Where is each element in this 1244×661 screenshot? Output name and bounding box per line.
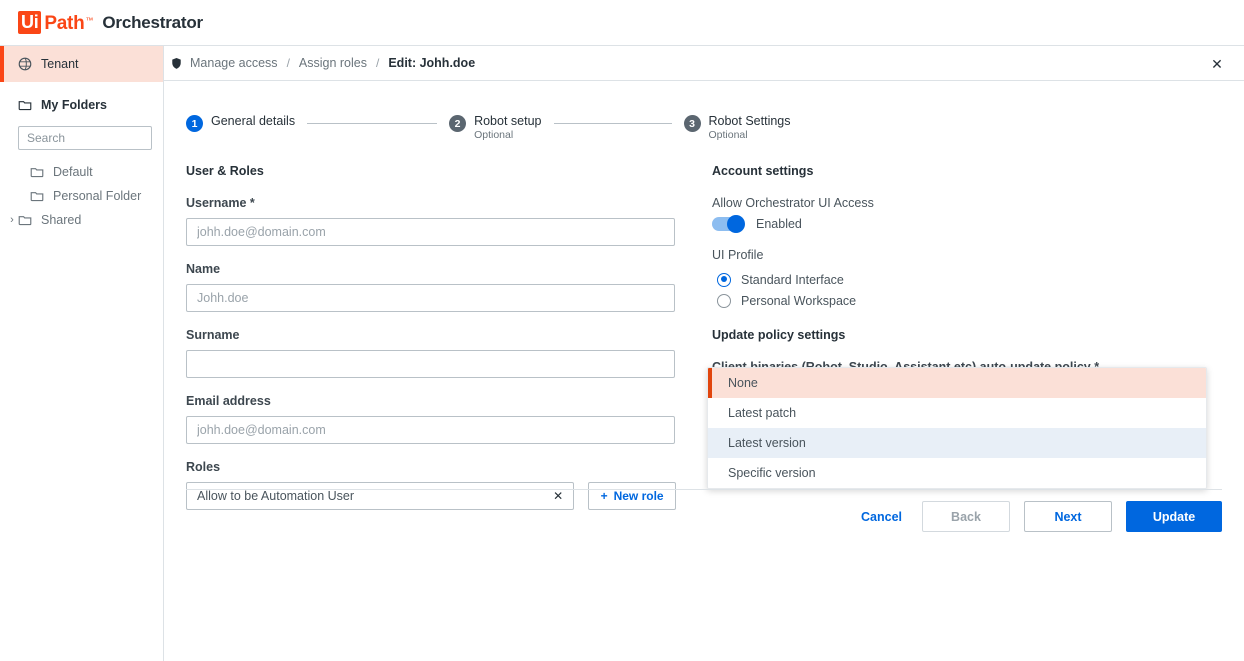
step-number-badge: 1: [186, 115, 203, 132]
step-label: Robot Settings: [708, 114, 791, 128]
ui-profile-label: UI Profile: [712, 248, 764, 262]
radio-personal-workspace[interactable]: Personal Workspace: [712, 290, 1232, 311]
breadcrumb-item-assign-roles[interactable]: Assign roles: [299, 56, 367, 70]
form-columns: User & Roles Username * Name Surname Ema…: [164, 164, 1244, 526]
sidebar-item-my-folders[interactable]: My Folders: [0, 90, 163, 120]
sidebar: Tenant My Folders Search Default Persona…: [0, 45, 194, 661]
dropdown-option-label: None: [728, 376, 758, 390]
sidebar-item-default-label: Default: [53, 165, 93, 179]
radio-personal-workspace-label: Personal Workspace: [741, 293, 857, 308]
toggle-state-label: Enabled: [756, 217, 802, 231]
stepper-step-robot-setup[interactable]: 2 Robot setup Optional: [449, 114, 542, 142]
field-email-address: Email address: [186, 394, 676, 444]
stepper-connector: [307, 123, 438, 124]
app-body: Tenant My Folders Search Default Persona…: [0, 45, 1244, 661]
close-icon[interactable]: ✕: [1208, 55, 1226, 73]
back-button[interactable]: Back: [922, 501, 1010, 532]
dropdown-option-label: Latest patch: [728, 406, 797, 420]
folder-icon: [30, 189, 44, 203]
surname-label: Surname: [186, 328, 240, 342]
email-field[interactable]: [186, 416, 675, 444]
radio-button-icon[interactable]: [717, 272, 731, 287]
auto-update-policy-dropdown[interactable]: None Latest patch Latest version Specifi…: [707, 367, 1207, 489]
wizard-footer: Cancel Back Next Update: [164, 501, 1244, 532]
sidebar-item-tenant[interactable]: Tenant: [0, 46, 163, 82]
cancel-button[interactable]: Cancel: [855, 501, 908, 532]
main-content: Manage access / Assign roles / Edit: Joh…: [164, 45, 1244, 661]
breadcrumb-separator: /: [286, 56, 290, 70]
roles-label: Roles: [186, 460, 221, 474]
account-settings-column: Account settings Allow Orchestrator UI A…: [707, 164, 1232, 526]
dropdown-option-latest-patch[interactable]: Latest patch: [708, 398, 1206, 428]
step-number-badge: 3: [683, 115, 701, 132]
next-button[interactable]: Next: [1024, 501, 1112, 532]
email-label: Email address: [186, 394, 271, 408]
dropdown-option-label: Latest version: [728, 436, 806, 450]
update-button[interactable]: Update: [1126, 501, 1222, 532]
wizard-stepper: 1 General details 2 Robot setup Optional…: [186, 81, 1244, 142]
dropdown-option-specific-version[interactable]: Specific version: [708, 458, 1206, 488]
sidebar-item-shared[interactable]: › Shared: [0, 208, 163, 232]
radio-button-icon[interactable]: [717, 293, 731, 308]
sidebar-item-shared-label: Shared: [41, 213, 82, 227]
field-name: Name: [186, 262, 676, 312]
stepper-connector: [553, 123, 672, 124]
name-input[interactable]: [186, 284, 675, 312]
breadcrumb-item-current: Edit: Johh.doe: [388, 56, 476, 70]
globe-icon: [18, 57, 32, 71]
name-label: Name: [186, 262, 221, 276]
surname-input[interactable]: [186, 350, 675, 378]
breadcrumb: Manage access / Assign roles / Edit: Joh…: [164, 46, 1244, 81]
shield-icon: [170, 57, 183, 70]
stepper-step-robot-settings[interactable]: 3 Robot Settings Optional: [683, 114, 791, 142]
update-policy-title: Update policy settings: [712, 328, 846, 342]
toggle-knob: [727, 215, 745, 233]
username-label: Username *: [186, 196, 255, 210]
breadcrumb-item-manage-access[interactable]: Manage access: [190, 56, 278, 70]
user-roles-section-title: User & Roles: [186, 164, 264, 178]
sidebar-folder-list: Default Personal Folder › Shared: [0, 160, 163, 232]
dropdown-option-none[interactable]: None: [708, 368, 1206, 398]
folder-icon: [18, 213, 32, 227]
chevron-right-icon[interactable]: ›: [6, 214, 18, 226]
breadcrumb-separator: /: [376, 56, 380, 70]
folder-icon: [18, 98, 32, 112]
step-label: General details: [211, 114, 296, 128]
logo-path-text: Path: [44, 13, 85, 34]
account-settings-title: Account settings: [712, 164, 814, 178]
username-input[interactable]: [186, 218, 675, 246]
sidebar-search: [0, 120, 194, 150]
ui-access-toggle[interactable]: [712, 215, 745, 233]
radio-standard-interface-label: Standard Interface: [741, 272, 844, 287]
radio-standard-interface[interactable]: Standard Interface: [712, 269, 1232, 290]
field-surname: Surname: [186, 328, 676, 378]
step-label: Robot setup: [474, 114, 542, 128]
search-box[interactable]: [18, 126, 194, 150]
dropdown-option-label: Specific version: [728, 466, 816, 480]
app-title: Orchestrator: [102, 12, 203, 32]
sidebar-item-personal-folder-label: Personal Folder: [53, 189, 142, 203]
sidebar-item-personal-folder[interactable]: Personal Folder: [0, 184, 163, 208]
logo-ui-mark: Ui: [18, 11, 42, 34]
dropdown-option-latest-version[interactable]: Latest version: [708, 428, 1206, 458]
user-roles-column: User & Roles Username * Name Surname Ema…: [186, 164, 676, 526]
ui-access-label: Allow Orchestrator UI Access: [712, 196, 874, 210]
search-input[interactable]: [27, 131, 182, 145]
field-username: Username *: [186, 196, 676, 246]
step-number-badge: 2: [449, 115, 467, 132]
step-sublabel: Optional: [708, 129, 748, 141]
sidebar-item-tenant-label: Tenant: [41, 57, 79, 71]
uipath-logo: Ui Path ™: [18, 11, 93, 34]
folder-icon: [30, 165, 44, 179]
stepper-step-general-details[interactable]: 1 General details: [186, 114, 295, 132]
step-sublabel: Optional: [474, 129, 514, 141]
logo-trademark-icon: ™: [85, 16, 94, 25]
sidebar-item-default[interactable]: Default: [0, 160, 163, 184]
ui-access-toggle-row: Enabled: [712, 215, 1232, 233]
sidebar-item-my-folders-label: My Folders: [41, 98, 107, 112]
footer-divider: [186, 489, 1222, 490]
app-header: Ui Path ™ Orchestrator: [0, 0, 1244, 45]
